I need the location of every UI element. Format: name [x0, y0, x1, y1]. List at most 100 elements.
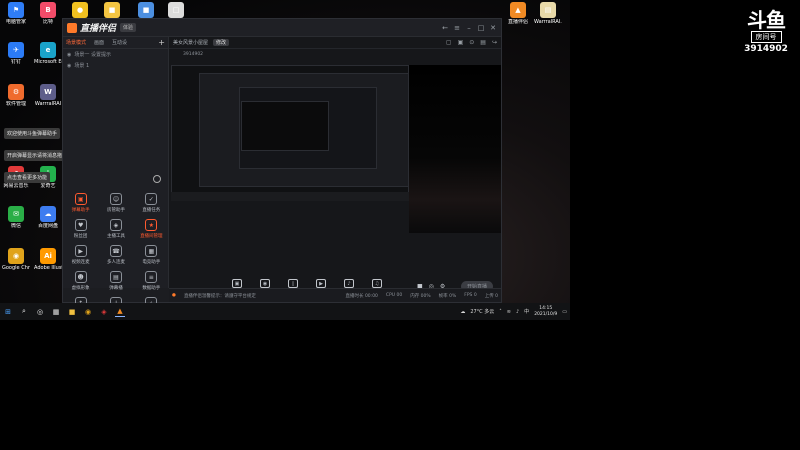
app-icon: ◉	[8, 248, 24, 264]
douyu-room-overlay: 斗鱼 房间号 3914902	[735, 10, 797, 54]
desktop-icon-label: 网易云音乐	[3, 183, 29, 189]
preview-background	[409, 65, 501, 233]
tool-button[interactable]: ▦ 电竞助手	[134, 245, 169, 265]
tool-button[interactable]: ♥ 粉丝团	[63, 219, 98, 239]
edit-title-button[interactable]: 修改	[213, 39, 230, 46]
tool-button[interactable]: ☎ 多人连麦	[98, 245, 133, 265]
tab-picture[interactable]: 画面	[94, 39, 104, 46]
desktop-icon[interactable]: ✉ 微信	[2, 206, 30, 229]
app-logo-icon	[67, 22, 77, 33]
room-id: 3914902	[183, 51, 204, 57]
tool-label: 主播工具	[106, 234, 125, 239]
tool-button[interactable]: ✓ 直播任务	[134, 193, 169, 213]
app-icon: ■	[104, 2, 120, 18]
room-number-label: 房间号	[750, 31, 782, 43]
taskbar-clock[interactable]: 14:15 2021/10/9	[534, 306, 557, 318]
tool-button[interactable]: ≡ 数据助手	[134, 271, 169, 291]
back-icon[interactable]: ←	[441, 24, 449, 32]
source-control-icon: ◉	[260, 279, 270, 288]
tool-icon: ▣	[74, 193, 87, 205]
network-icon[interactable]: ≋	[507, 309, 511, 315]
desktop-icon-label: 百度网盘	[37, 223, 58, 229]
settings-icon[interactable]: ⊙	[469, 39, 474, 46]
app-icon: W	[40, 84, 56, 100]
status-warning: 直播伴侣温馨提示：请遵守平台规定	[183, 293, 256, 299]
desktop-icon-label: 直播伴侣	[507, 19, 528, 25]
search-icon[interactable]: ⌕	[19, 307, 29, 317]
stat-cpu: CPU 00	[385, 292, 403, 298]
help-icon[interactable]	[153, 175, 161, 183]
tab-scene[interactable]: 场景模式	[66, 39, 86, 46]
stat-fps: FPS 0	[464, 292, 477, 298]
live-companion-taskbar-icon[interactable]: ▲	[115, 307, 125, 317]
record-icon[interactable]: ▣	[458, 39, 464, 46]
layout-icon[interactable]: ▤	[480, 39, 486, 46]
source-control-icon: ▯	[288, 279, 298, 288]
screenshot-icon[interactable]: ▢	[446, 39, 452, 46]
bottom-black-margin	[0, 320, 570, 450]
desktop-icon[interactable]: B 比特	[34, 2, 62, 25]
desktop-icon[interactable]: ▲ 直播伴侣	[504, 2, 532, 25]
tool-button[interactable]: ▤ 弹幕播	[98, 271, 133, 291]
tool-button[interactable]: ☻ 虚拟形象	[63, 271, 98, 291]
desktop-icon[interactable]: ■	[98, 2, 126, 19]
scene-row-1[interactable]: ◉ 场景 1	[63, 60, 168, 71]
desktop-icon[interactable]: ⚙ 软件管理	[2, 84, 30, 107]
volume-icon[interactable]: ♪	[516, 309, 519, 315]
desktop-icon[interactable]: ◉Google Chrome	[2, 248, 30, 271]
chrome-icon[interactable]: ◉	[83, 307, 93, 317]
stat-duration: 直播时长 00:00	[345, 293, 378, 299]
source-control-icon: ♫	[372, 279, 382, 288]
tool-button[interactable]: ▶ 视频连麦	[63, 245, 98, 265]
netease-music-icon[interactable]: ◈	[99, 307, 109, 317]
tool-button[interactable]: ★ 直播间管理	[134, 219, 169, 239]
desktop-icon[interactable]: ⚑ 电脑管家	[2, 2, 30, 25]
stream-header: 美女风景小屋屋 修改 ▢ ▣ ⊙ ▤ ↪	[169, 37, 501, 49]
desktop-icon-label: 电脑管家	[5, 19, 26, 25]
desktop-icon[interactable]: ☁ 百度网盘	[34, 206, 62, 229]
scene-tabs: 场景模式 画面 互动设 +	[63, 37, 168, 49]
tab-interact[interactable]: 互动设	[112, 39, 127, 46]
left-panel: 场景模式 画面 互动设 + ◉ 场景一 设置提示 ◉ 场景 1 ▣ 弹幕助手 ☺ 房管…	[63, 37, 169, 309]
tool-label: 粉丝团	[73, 234, 88, 239]
tool-icon: ★	[145, 219, 158, 231]
file-explorer-icon[interactable]: ■	[67, 307, 77, 317]
version-badge[interactable]: 体验	[120, 23, 137, 32]
desktop-icon[interactable]: W WarrralRAI	[34, 84, 62, 107]
danmu-notice-1: 欢迎使用斗鱼弹幕助手	[4, 128, 61, 139]
weather-text[interactable]: 27°C 多云	[470, 308, 494, 315]
desktop-icon[interactable]: □	[162, 2, 190, 19]
scene-row-hint[interactable]: ◉ 场景一 设置提示	[63, 49, 168, 60]
desktop-icon[interactable]: ✈ 钉钉	[2, 42, 30, 65]
add-scene-button[interactable]: +	[158, 38, 165, 47]
desktop-icon[interactable]: ▤ WarrralRAI...	[534, 2, 562, 25]
weather-icon[interactable]: ☁	[460, 309, 465, 315]
source-control-icon: ▶	[316, 279, 326, 288]
share-icon[interactable]: ↪	[492, 39, 497, 46]
minimize-icon[interactable]: –	[465, 24, 473, 32]
tool-icon: ✓	[145, 193, 158, 205]
notification-icon[interactable]: ▭	[562, 309, 567, 315]
maximize-icon[interactable]: □	[477, 24, 485, 32]
widgets-icon[interactable]: ▦	[51, 307, 61, 317]
tool-button[interactable]: ◈ 主播工具	[98, 219, 133, 239]
danmu-notice-3[interactable]: 点击查看更多功能	[4, 172, 51, 183]
start-menu-icon[interactable]: ⊞	[3, 307, 13, 317]
menu-icon[interactable]: ≡	[453, 24, 461, 32]
desktop-icon[interactable]: eMicrosoft Edge	[34, 42, 62, 65]
tool-icon: ♥	[74, 219, 87, 231]
desktop-screen: ⚑电脑管家B比特●■■□✈钉钉eMicrosoft Edge⚙软件管理WWarr…	[0, 0, 570, 320]
task-view-icon[interactable]: ◎	[35, 307, 45, 317]
tool-button[interactable]: ▣ 弹幕助手	[63, 193, 98, 213]
stream-preview[interactable]	[171, 65, 409, 201]
app-icon: ●	[72, 2, 88, 18]
app-icon: ☁	[40, 206, 56, 222]
desktop-icon[interactable]: ■	[132, 2, 160, 19]
desktop-icon[interactable]: ●	[66, 2, 94, 19]
tool-button[interactable]: ☺ 房管助手	[98, 193, 133, 213]
ime-icon[interactable]: 中	[524, 308, 529, 315]
close-icon[interactable]: ✕	[489, 24, 497, 32]
source-control-icon: ▣	[232, 279, 242, 288]
desktop-icon[interactable]: AiAdobe Illustrat...	[34, 248, 62, 271]
tray-overflow-icon[interactable]: ˄	[499, 309, 502, 315]
